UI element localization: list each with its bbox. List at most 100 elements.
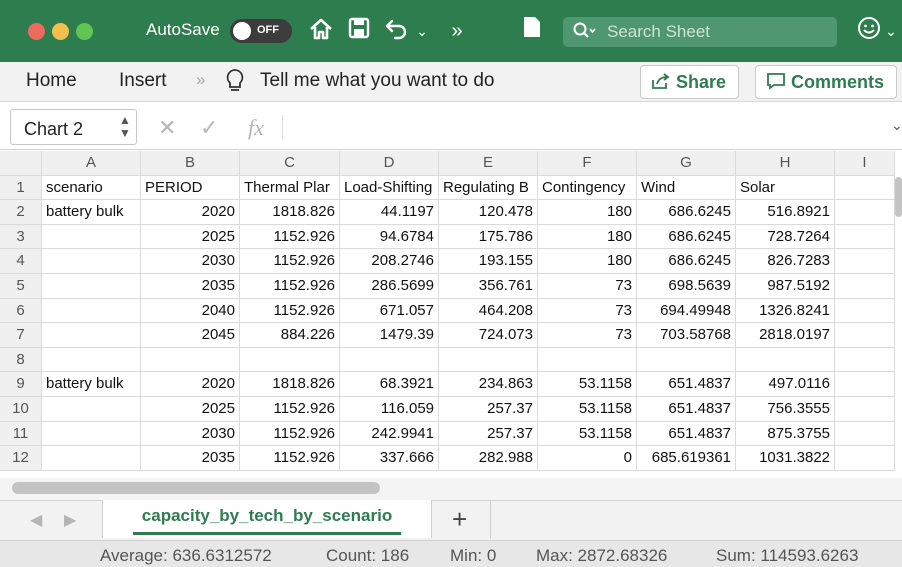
- table-cell[interactable]: 2035: [141, 274, 240, 299]
- table-cell[interactable]: 1152.926: [240, 397, 340, 422]
- table-cell[interactable]: 1152.926: [240, 446, 340, 471]
- table-cell[interactable]: 53.1158: [538, 397, 637, 422]
- table-cell[interactable]: 53.1158: [538, 421, 637, 447]
- table-cell[interactable]: [42, 323, 141, 348]
- autosave-toggle[interactable]: OFF: [230, 19, 292, 43]
- table-cell[interactable]: 694.49948: [637, 298, 736, 324]
- table-cell[interactable]: [42, 397, 141, 422]
- tab-home[interactable]: Home: [26, 70, 77, 92]
- column-header-e[interactable]: E: [439, 151, 538, 176]
- table-cell[interactable]: [42, 274, 141, 299]
- table-cell[interactable]: 116.059: [340, 397, 439, 422]
- row-header[interactable]: 10: [0, 397, 42, 422]
- table-cell[interactable]: battery bulk: [42, 200, 141, 225]
- table-cell[interactable]: Thermal Plar: [240, 175, 340, 201]
- horizontal-scrollbar[interactable]: [0, 478, 902, 500]
- row-header[interactable]: 3: [0, 224, 42, 250]
- table-cell[interactable]: 651.4837: [637, 421, 736, 447]
- table-cell[interactable]: 2818.0197: [736, 323, 835, 348]
- column-header-d[interactable]: D: [340, 151, 439, 176]
- column-header-h[interactable]: H: [736, 151, 835, 176]
- table-cell[interactable]: 180: [538, 224, 637, 250]
- vertical-scrollbar-thumb[interactable]: [895, 177, 902, 217]
- row-header[interactable]: 12: [0, 446, 42, 471]
- table-cell[interactable]: [42, 446, 141, 471]
- smiley-feedback-icon[interactable]: [856, 16, 882, 46]
- table-cell[interactable]: 987.5192: [736, 274, 835, 299]
- table-cell[interactable]: [42, 249, 141, 274]
- more-tabs-icon[interactable]: »: [196, 70, 205, 90]
- table-cell[interactable]: 234.863: [439, 372, 538, 397]
- column-header-b[interactable]: B: [141, 151, 240, 176]
- feedback-dropdown-icon[interactable]: ⌄: [884, 16, 898, 46]
- table-cell[interactable]: Solar: [736, 175, 835, 201]
- table-cell[interactable]: 257.37: [439, 397, 538, 422]
- home-icon[interactable]: [306, 16, 336, 46]
- table-cell[interactable]: [835, 175, 895, 201]
- table-cell[interactable]: 1031.3822: [736, 446, 835, 471]
- table-cell[interactable]: 94.6784: [340, 224, 439, 250]
- select-all-corner[interactable]: [0, 151, 42, 176]
- table-cell[interactable]: 826.7283: [736, 249, 835, 274]
- minimize-window-button[interactable]: [52, 23, 69, 40]
- table-cell[interactable]: 671.057: [340, 298, 439, 324]
- table-cell[interactable]: 1152.926: [240, 249, 340, 274]
- cancel-icon[interactable]: ✕: [158, 115, 176, 141]
- column-header-i[interactable]: I: [835, 151, 895, 176]
- table-cell[interactable]: 2045: [141, 323, 240, 348]
- table-cell[interactable]: 356.761: [439, 274, 538, 299]
- table-cell[interactable]: [835, 249, 895, 274]
- row-header[interactable]: 1: [0, 175, 42, 201]
- table-cell[interactable]: 1326.8241: [736, 298, 835, 324]
- table-cell[interactable]: 0: [538, 446, 637, 471]
- table-cell[interactable]: 2020: [141, 200, 240, 225]
- row-header[interactable]: 11: [0, 421, 42, 447]
- table-cell[interactable]: 286.5699: [340, 274, 439, 299]
- table-cell[interactable]: Contingency: [538, 175, 637, 201]
- table-cell[interactable]: 686.6245: [637, 224, 736, 250]
- table-cell[interactable]: 337.666: [340, 446, 439, 471]
- table-cell[interactable]: 698.5639: [637, 274, 736, 299]
- table-cell[interactable]: 1152.926: [240, 274, 340, 299]
- table-cell[interactable]: Load-Shifting: [340, 175, 439, 201]
- sheet-tab-active[interactable]: capacity_by_tech_by_scenario: [102, 500, 432, 538]
- table-cell[interactable]: [835, 446, 895, 471]
- table-cell[interactable]: Wind: [637, 175, 736, 201]
- zoom-window-button[interactable]: [76, 23, 93, 40]
- table-cell[interactable]: 2030: [141, 421, 240, 447]
- row-header[interactable]: 4: [0, 249, 42, 274]
- enter-check-icon[interactable]: ✓: [200, 115, 218, 141]
- undo-dropdown-icon[interactable]: ⌄: [414, 16, 430, 46]
- scrollbar-thumb[interactable]: [12, 482, 380, 494]
- name-box[interactable]: Chart 2 ▲ ▼: [10, 109, 137, 145]
- table-cell[interactable]: [835, 372, 895, 397]
- row-header[interactable]: 2: [0, 200, 42, 225]
- column-header-f[interactable]: F: [538, 151, 637, 176]
- table-cell[interactable]: [835, 347, 895, 373]
- add-sheet-icon[interactable]: +: [452, 504, 467, 535]
- table-cell[interactable]: [835, 298, 895, 324]
- table-cell[interactable]: [240, 347, 340, 373]
- table-cell[interactable]: 1818.826: [240, 372, 340, 397]
- close-window-button[interactable]: [28, 23, 45, 40]
- table-cell[interactable]: 242.9941: [340, 421, 439, 447]
- table-cell[interactable]: 73: [538, 323, 637, 348]
- table-cell[interactable]: 2035: [141, 446, 240, 471]
- table-cell[interactable]: 73: [538, 298, 637, 324]
- table-cell[interactable]: 703.58768: [637, 323, 736, 348]
- table-cell[interactable]: 1479.39: [340, 323, 439, 348]
- table-cell[interactable]: [141, 347, 240, 373]
- table-cell[interactable]: 44.1197: [340, 200, 439, 225]
- table-cell[interactable]: 2030: [141, 249, 240, 274]
- table-cell[interactable]: 68.3921: [340, 372, 439, 397]
- tell-me-search[interactable]: Tell me what you want to do: [260, 70, 494, 92]
- table-cell[interactable]: [42, 224, 141, 250]
- table-cell[interactable]: 2040: [141, 298, 240, 324]
- table-cell[interactable]: [835, 274, 895, 299]
- row-header[interactable]: 8: [0, 347, 42, 373]
- table-cell[interactable]: 208.2746: [340, 249, 439, 274]
- table-cell[interactable]: [42, 421, 141, 447]
- more-commands-icon[interactable]: »: [444, 16, 470, 46]
- table-cell[interactable]: 685.619361: [637, 446, 736, 471]
- search-sheet[interactable]: [563, 17, 837, 47]
